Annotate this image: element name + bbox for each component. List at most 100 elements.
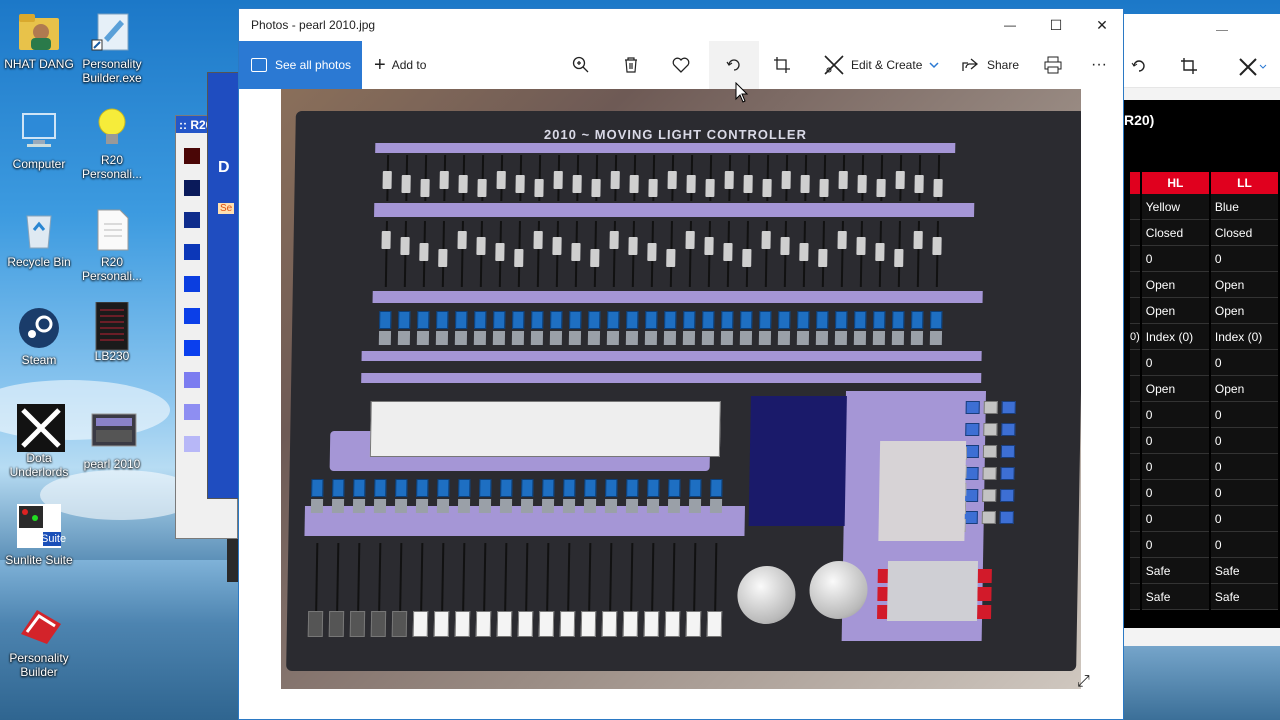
crop-icon [774, 57, 790, 73]
see-all-photos-button[interactable]: See all photos [239, 41, 362, 89]
background-window-blue[interactable]: D Se [207, 72, 239, 499]
exe-shortcut-icon [90, 10, 134, 54]
rotate-button[interactable] [709, 41, 759, 89]
table-cell-ll: Open [1210, 298, 1278, 324]
table-cell-hl: 0 [1141, 428, 1209, 454]
add-to-button[interactable]: + Add to [374, 41, 426, 89]
table-cell-ll: Blue [1210, 194, 1278, 220]
color-swatch[interactable] [184, 212, 200, 228]
table-cell-hl: Open [1141, 376, 1209, 402]
pearl-console-icon [90, 410, 137, 454]
table-row: Safe Safe [1130, 558, 1278, 584]
background-window-right[interactable]: R20) HL LL Yellow Blue Closed Closed 0 0 Open O… [1124, 14, 1280, 646]
minimize-icon[interactable] [1216, 30, 1228, 31]
desktop-icon-user-folder[interactable]: NHAT DANG [0, 10, 78, 71]
bulb-icon [90, 106, 134, 150]
table-cell-ll: Safe [1210, 584, 1278, 610]
title-bar[interactable]: Photos - pearl 2010.jpg — ☐ ✕ [239, 9, 1123, 41]
desktop-icon-label: Dota Underlords [9, 451, 69, 479]
color-swatch[interactable] [184, 436, 200, 452]
favorite-button[interactable] [672, 41, 690, 89]
table-row: Open Open [1130, 272, 1278, 298]
lb230-icon [90, 301, 134, 351]
print-button[interactable] [1044, 41, 1062, 89]
table-cell-left [1130, 584, 1140, 610]
table-row: 00 [1130, 532, 1278, 558]
table-row: 00 [1130, 246, 1278, 272]
table-row: Closed Closed [1130, 220, 1278, 246]
add-to-label: Add to [391, 58, 427, 72]
dota-underlords-icon [17, 404, 65, 452]
desktop-icon-label: Recycle Bin [7, 255, 71, 269]
color-swatch[interactable] [184, 148, 200, 164]
table-cell-hl: 0 [1141, 506, 1209, 532]
share-icon [962, 58, 979, 71]
table-cell-ll: Closed [1210, 220, 1278, 246]
color-swatch[interactable] [184, 276, 200, 292]
table-row: 00 [1130, 506, 1278, 532]
keypad [878, 441, 967, 541]
table-cell-left [1130, 350, 1140, 376]
more-icon: ··· [1091, 56, 1107, 73]
table-cell-ll: Open [1210, 376, 1278, 402]
desktop-icon-r20-document[interactable]: R20 Personali... [73, 208, 151, 283]
speed-knob [736, 566, 796, 624]
table-row: 00 [1130, 454, 1278, 480]
table-row: 00 [1130, 428, 1278, 454]
table-cell-left [1130, 558, 1140, 584]
rotate-icon[interactable] [1130, 57, 1148, 78]
desktop-icon-steam[interactable]: Steam [0, 306, 78, 367]
recycle-bin-icon [17, 208, 61, 252]
table-row: Open Open [1130, 376, 1278, 402]
desktop-icon-label: pearl 2010 [83, 457, 141, 471]
color-swatch[interactable] [184, 404, 200, 420]
desktop-icon-computer[interactable]: Computer [0, 110, 78, 171]
desktop-icon-label: NHAT DANG [4, 57, 74, 71]
color-swatch[interactable] [184, 180, 200, 196]
table-cell-ll: 0 [1210, 480, 1278, 506]
color-swatch[interactable] [184, 372, 200, 388]
table-cell-left [1130, 246, 1140, 272]
document-icon [90, 208, 134, 252]
desktop-icon-personality-builder-exe[interactable]: Personality Builder.exe [73, 10, 151, 85]
more-button[interactable]: ··· [1091, 41, 1107, 89]
table-cell-hl: Closed [1141, 220, 1209, 246]
edit-create-label: Edit & Create [851, 58, 923, 72]
edit-create-button[interactable]: Edit & Create [823, 41, 940, 89]
table-cell-ll: 0 [1210, 532, 1278, 558]
desktop-icon-r20-bulb[interactable]: R20 Personali... [73, 106, 151, 181]
crop-icon[interactable] [1180, 57, 1198, 78]
edit-create-icon[interactable] [1238, 57, 1268, 80]
desktop-icon-sunlite-suite[interactable]: Suite Sunlite Suite [0, 502, 78, 567]
color-swatch[interactable] [184, 340, 200, 356]
desktop-icon-personality-builder[interactable]: Personality Builder [0, 604, 78, 679]
share-button[interactable]: Share [961, 41, 1019, 89]
table-cell-left [1130, 272, 1140, 298]
desktop-icon-recycle-bin[interactable]: Recycle Bin [0, 208, 78, 269]
table-row: Yellow Blue [1130, 194, 1278, 220]
color-swatch[interactable] [184, 244, 200, 260]
table-cell-left [1130, 480, 1140, 506]
table-row: 0) Index (0) Index (0) [1130, 324, 1278, 350]
delete-button[interactable] [623, 41, 639, 89]
maximize-button[interactable]: ☐ [1033, 9, 1079, 41]
table-header-hl: HL [1141, 172, 1209, 194]
zoom-button[interactable] [572, 41, 590, 89]
desktop-icon-dota-underlords[interactable]: Dota Underlords [0, 404, 78, 479]
suite-text: Suite [41, 533, 67, 545]
share-label: Share [987, 58, 1020, 72]
close-button[interactable]: ✕ [1079, 9, 1125, 41]
minimize-button[interactable]: — [987, 9, 1033, 41]
color-swatch[interactable] [184, 308, 200, 324]
table-cell-hl: 0 [1141, 350, 1209, 376]
personality-table: HL LL Yellow Blue Closed Closed 0 0 Open Open Op… [1128, 172, 1280, 610]
photos-window[interactable]: Photos - pearl 2010.jpg — ☐ ✕ See all ph… [238, 8, 1124, 720]
table-cell-ll: Index (0) [1210, 324, 1278, 350]
desktop-icon-lb230[interactable]: LB230 [73, 301, 151, 363]
photo-viewport[interactable]: 2010 ~ MOVING LIGHT CONTROLLER ⤢ [239, 89, 1123, 719]
desktop-icon-pearl-2010[interactable]: pearl 2010 [73, 410, 151, 471]
full-screen-icon[interactable]: ⤢ [1077, 673, 1090, 691]
crop-button[interactable] [773, 41, 791, 89]
table-cell-hl: 0 [1141, 454, 1209, 480]
rotate-icon [726, 59, 740, 71]
